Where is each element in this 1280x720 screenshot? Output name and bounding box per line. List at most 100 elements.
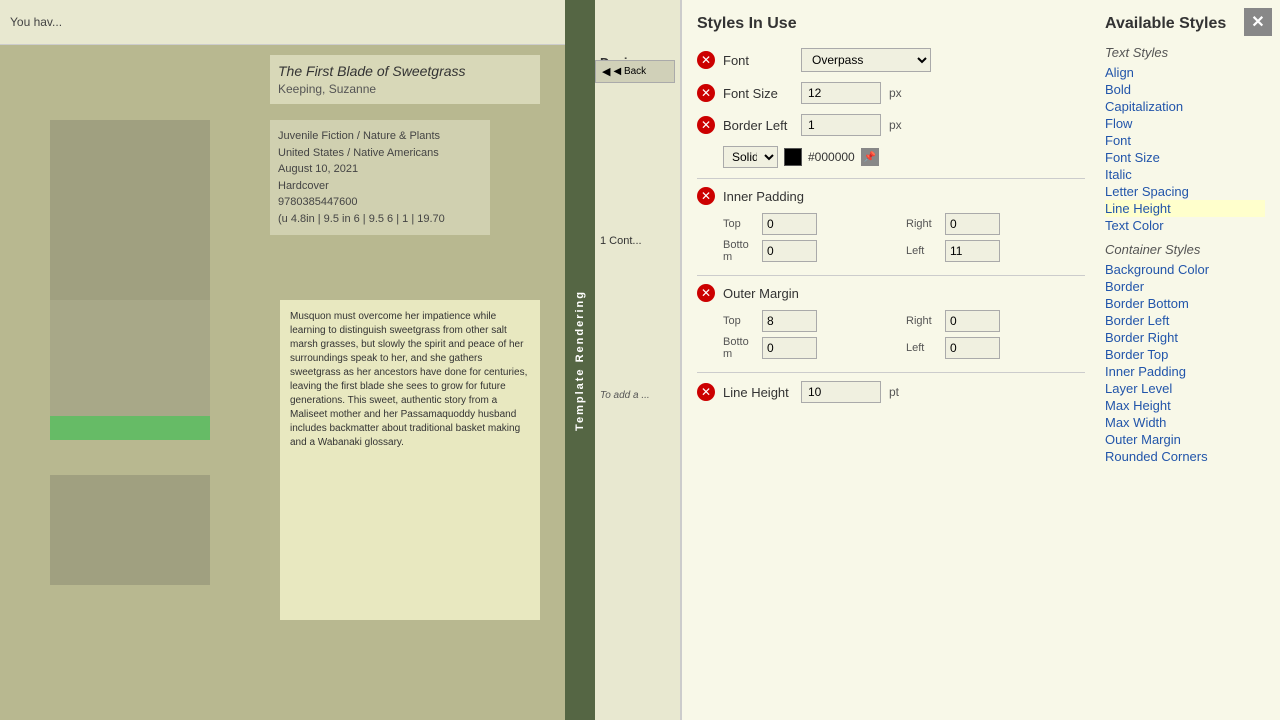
available-border-right[interactable]: Border Right xyxy=(1105,329,1265,346)
close-button[interactable]: ✕ xyxy=(1244,8,1272,36)
inner-padding-bottom-input[interactable] xyxy=(762,240,817,262)
available-inner-padding[interactable]: Inner Padding xyxy=(1105,363,1265,380)
color-swatch[interactable] xyxy=(784,148,802,166)
remove-font-button[interactable]: ✕ xyxy=(697,51,715,69)
available-background-color[interactable]: Background Color xyxy=(1105,261,1265,278)
back-icon: ◀ xyxy=(602,65,610,78)
line-height-row: ✕ Line Height pt xyxy=(697,381,1085,403)
remove-border-left-button[interactable]: ✕ xyxy=(697,116,715,134)
image-placeholder-2 xyxy=(50,475,210,585)
available-max-height[interactable]: Max Height xyxy=(1105,397,1265,414)
outer-margin-left-label: Left xyxy=(906,342,941,354)
remove-font-size-button[interactable]: ✕ xyxy=(697,84,715,102)
outer-margin-right-field: Right xyxy=(906,310,1085,332)
inner-padding-top-label: Top xyxy=(723,218,758,230)
available-layer-level[interactable]: Layer Level xyxy=(1105,380,1265,397)
border-left-label: Border Left xyxy=(723,118,793,133)
available-line-height[interactable]: Line Height xyxy=(1105,200,1265,217)
inner-padding-left-input[interactable] xyxy=(945,240,1000,262)
outer-margin-top-field: Top xyxy=(723,310,902,332)
outer-margin-top-label: Top xyxy=(723,315,758,327)
border-left-input[interactable] xyxy=(801,114,881,136)
inner-padding-left-field: Left xyxy=(906,239,1085,263)
available-font[interactable]: Font xyxy=(1105,132,1265,149)
available-font-size[interactable]: Font Size xyxy=(1105,149,1265,166)
available-capitalization[interactable]: Capitalization xyxy=(1105,98,1265,115)
font-size-input[interactable] xyxy=(801,82,881,104)
remove-inner-padding-button[interactable]: ✕ xyxy=(697,187,715,205)
inner-padding-right-input[interactable] xyxy=(945,213,1000,235)
top-message: You hav... xyxy=(10,15,62,29)
font-select[interactable]: Overpass xyxy=(801,48,931,72)
pin-button[interactable]: 📌 xyxy=(861,148,879,166)
inner-padding-grid: Top Right Botto m Left xyxy=(723,213,1085,263)
border-left-row: ✕ Border Left px xyxy=(697,114,1085,136)
modal-panel: ✕ Styles In Use ✕ Font Overpass ✕ Font S… xyxy=(680,0,1280,720)
inner-padding-title-row: ✕ Inner Padding xyxy=(697,187,1085,205)
outer-margin-right-label: Right xyxy=(906,315,941,327)
close-icon: ✕ xyxy=(1251,12,1264,32)
line-height-label: Line Height xyxy=(723,385,793,400)
available-border[interactable]: Border xyxy=(1105,278,1265,295)
available-rounded-corners[interactable]: Rounded Corners xyxy=(1105,448,1265,465)
template-sidebar: Template Rendering xyxy=(565,0,595,720)
book-author: Keeping, Suzanne xyxy=(278,82,532,96)
available-letter-spacing[interactable]: Letter Spacing xyxy=(1105,183,1265,200)
book-cover-image xyxy=(50,120,210,320)
outer-margin-left-input[interactable] xyxy=(945,337,1000,359)
available-align[interactable]: Align xyxy=(1105,64,1265,81)
outer-margin-title-row: ✕ Outer Margin xyxy=(697,284,1085,302)
outer-margin-section: ✕ Outer Margin Top Right Botto m xyxy=(697,284,1085,360)
outer-margin-bottom-input[interactable] xyxy=(762,337,817,359)
book-title: The First Blade of Sweetgrass xyxy=(278,63,532,79)
inner-padding-bottom-field: Botto m xyxy=(723,239,902,263)
inner-padding-left-label: Left xyxy=(906,245,941,257)
back-button[interactable]: ◀ ◀ Back xyxy=(595,60,675,83)
inner-padding-bottom-label: Botto m xyxy=(723,239,758,263)
design-panel-bg: Desig... ◀ ◀ Back 1 Cont... To add a ... xyxy=(595,0,680,720)
available-container-styles-list: Background Color Border Border Bottom Bo… xyxy=(1105,261,1265,465)
outer-margin-bottom-label: Botto m xyxy=(723,336,758,360)
outer-margin-label: Outer Margin xyxy=(723,286,799,301)
available-max-width[interactable]: Max Width xyxy=(1105,414,1265,431)
available-italic[interactable]: Italic xyxy=(1105,166,1265,183)
line-height-input[interactable] xyxy=(801,381,881,403)
container-styles-category: Container Styles xyxy=(1105,242,1265,257)
text-styles-category: Text Styles xyxy=(1105,45,1265,60)
image-placeholder-3 xyxy=(50,300,210,440)
available-styles-section: Available Styles Text Styles Align Bold … xyxy=(1105,15,1265,705)
inner-padding-top-input[interactable] xyxy=(762,213,817,235)
available-outer-margin[interactable]: Outer Margin xyxy=(1105,431,1265,448)
inner-padding-section: ✕ Inner Padding Top Right Botto m xyxy=(697,187,1085,263)
inner-padding-right-label: Right xyxy=(906,218,941,230)
image-btn xyxy=(50,416,210,440)
available-border-top[interactable]: Border Top xyxy=(1105,346,1265,363)
available-border-bottom[interactable]: Border Bottom xyxy=(1105,295,1265,312)
font-row: ✕ Font Overpass xyxy=(697,48,1085,72)
border-style-select[interactable]: Solid xyxy=(723,146,778,168)
border-left-unit: px xyxy=(889,118,902,132)
description-text: Musquon must overcome her impatience whi… xyxy=(290,311,527,448)
cont-label: 1 Cont... xyxy=(600,235,642,247)
font-size-unit: px xyxy=(889,86,902,100)
available-border-left[interactable]: Border Left xyxy=(1105,312,1265,329)
outer-margin-grid: Top Right Botto m Left xyxy=(723,310,1085,360)
font-label: Font xyxy=(723,53,793,68)
outer-margin-top-input[interactable] xyxy=(762,310,817,332)
inner-padding-top-field: Top xyxy=(723,213,902,235)
description-block: Musquon must overcome her impatience whi… xyxy=(280,300,540,620)
outer-margin-bottom-field: Botto m xyxy=(723,336,902,360)
available-text-styles-list: Align Bold Capitalization Flow Font Font… xyxy=(1105,64,1265,234)
remove-outer-margin-button[interactable]: ✕ xyxy=(697,284,715,302)
styles-in-use-section: Styles In Use ✕ Font Overpass ✕ Font Siz… xyxy=(697,15,1085,705)
font-size-row: ✕ Font Size px xyxy=(697,82,1085,104)
available-flow[interactable]: Flow xyxy=(1105,115,1265,132)
remove-line-height-button[interactable]: ✕ xyxy=(697,383,715,401)
font-size-label: Font Size xyxy=(723,86,793,101)
border-color-row: Solid #000000 📌 xyxy=(723,146,1085,168)
outer-margin-right-input[interactable] xyxy=(945,310,1000,332)
styles-in-use-title: Styles In Use xyxy=(697,15,1085,33)
available-bold[interactable]: Bold xyxy=(1105,81,1265,98)
color-hex: #000000 xyxy=(808,150,855,164)
available-text-color[interactable]: Text Color xyxy=(1105,217,1265,234)
